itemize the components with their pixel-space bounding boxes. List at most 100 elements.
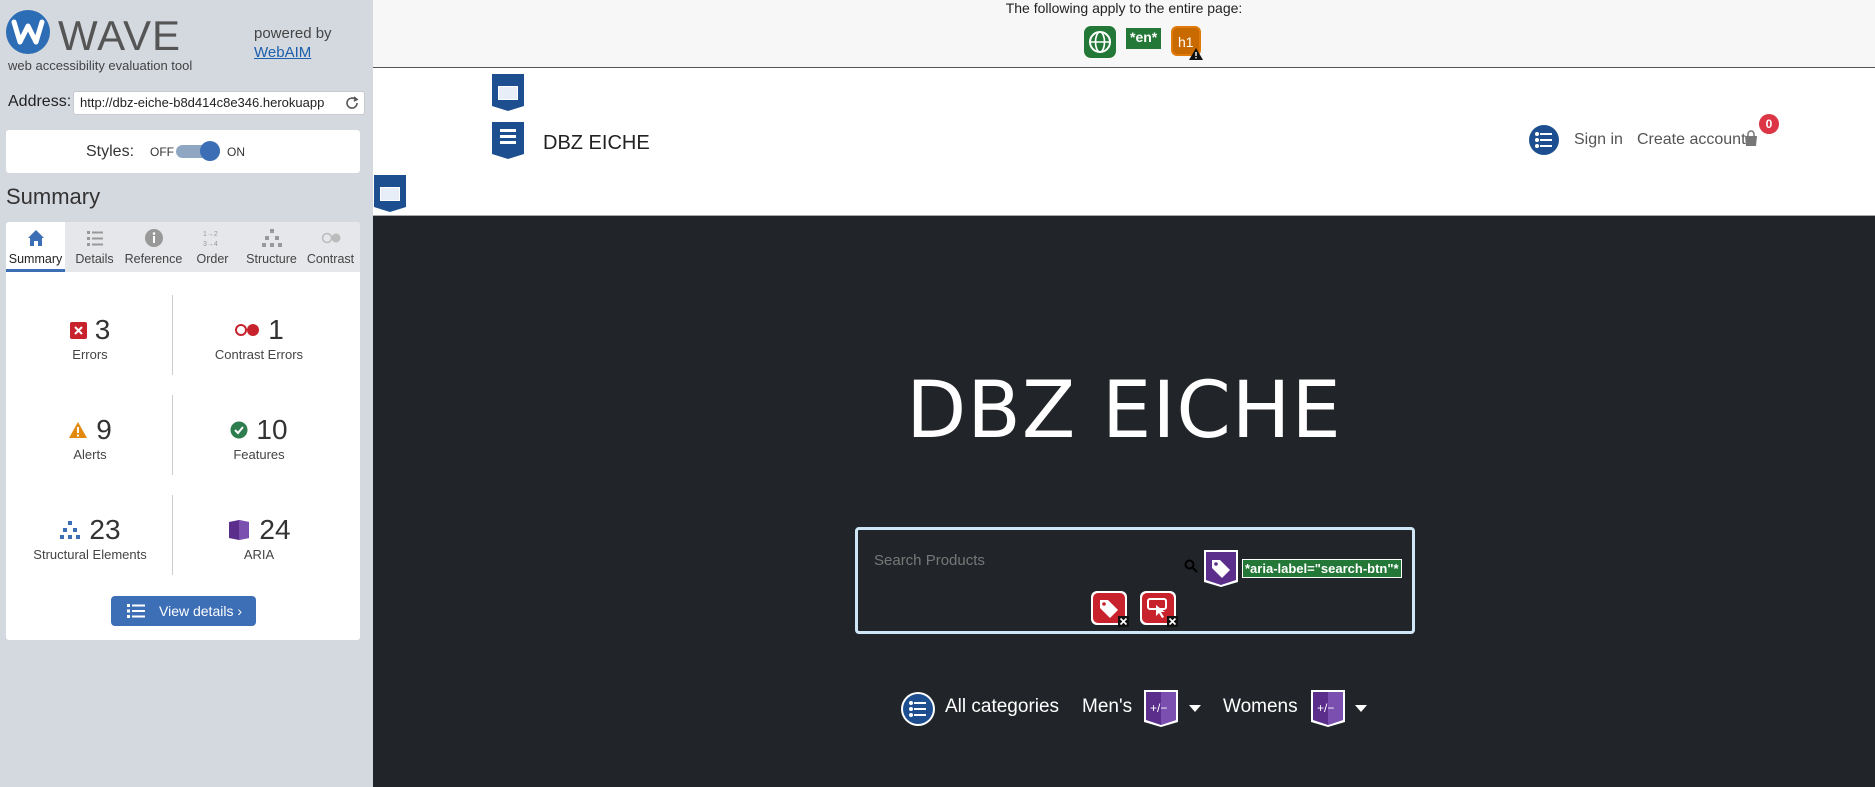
aria-count: 24 <box>259 514 291 545</box>
navigation-region-icon[interactable] <box>490 120 526 160</box>
page-level-text: The following apply to the entire page: <box>1005 0 1243 16</box>
aria-icon <box>229 520 250 540</box>
womens-dropdown[interactable]: Womens <box>1223 696 1298 718</box>
stat-features: 10 Features <box>179 414 339 462</box>
aria-expanded-icon[interactable]: +/− <box>1309 688 1347 728</box>
stat-structural: 23 Structural Elements <box>10 514 170 562</box>
webaim-link[interactable]: WebAIM <box>254 44 311 61</box>
search-input[interactable]: Search Products <box>874 552 985 569</box>
list-icon <box>127 604 145 618</box>
view-details-button[interactable]: View details › <box>111 596 256 626</box>
cart-icon[interactable] <box>1742 130 1760 148</box>
stat-contrast-errors: 1 Contrast Errors <box>179 314 339 362</box>
wave-sidebar: WAVE web accessibility evaluation tool p… <box>0 0 373 787</box>
sign-in-link[interactable]: Sign in <box>1574 131 1623 149</box>
stat-errors: 3 Errors <box>10 314 170 362</box>
feature-icon <box>230 421 248 439</box>
tab-order[interactable]: 1→2 3→4 Order <box>183 222 242 272</box>
alert-icon <box>69 422 88 438</box>
svg-text:1→2: 1→2 <box>203 231 218 238</box>
powered-by-text: powered by <box>254 25 332 42</box>
error-icon <box>69 321 87 339</box>
home-icon <box>27 230 44 246</box>
tab-summary[interactable]: Summary <box>6 222 65 272</box>
mens-dropdown[interactable]: Men's <box>1082 696 1132 718</box>
stat-divider <box>172 495 173 575</box>
tab-label: Structure <box>246 252 297 266</box>
womens-caret-icon <box>1355 705 1367 712</box>
aria-label-icon[interactable] <box>1202 548 1240 588</box>
svg-text:+/−: +/− <box>1150 701 1167 715</box>
aria-label-text-badge: *aria-label="search-btn"* <box>1242 559 1402 578</box>
wave-tagline: web accessibility evaluation tool <box>8 58 193 73</box>
language-badge: *en* <box>1126 28 1162 49</box>
tab-contrast[interactable]: Contrast <box>301 222 360 272</box>
categories-list-icon[interactable] <box>900 691 936 727</box>
site-navbar: DBZ EICHE Sign in Create account 0 <box>373 68 1875 216</box>
info-icon <box>144 229 163 247</box>
wave-header: WAVE web accessibility evaluation tool p… <box>0 0 373 75</box>
search-icon[interactable] <box>1184 559 1198 573</box>
address-input[interactable]: http://dbz-eiche-b8d414c8e346.herokuapp <box>73 91 365 115</box>
site-brand[interactable]: DBZ EICHE <box>543 132 650 155</box>
h1-alert-icon[interactable]: h1 <box>1170 26 1204 60</box>
all-categories-link[interactable]: All categories <box>945 696 1059 718</box>
alerts-label: Alerts <box>73 447 107 462</box>
mens-caret-icon <box>1189 705 1201 712</box>
hero-title: DBZ EICHE <box>906 366 1342 456</box>
tab-label: Contrast <box>306 252 355 266</box>
styles-toggle[interactable] <box>176 141 220 161</box>
wave-logo-icon <box>6 10 50 54</box>
stat-divider <box>172 395 173 475</box>
structure-icon <box>261 229 282 247</box>
stat-divider <box>172 295 173 375</box>
cart-count-badge: 0 <box>1759 114 1779 134</box>
tab-label: Details <box>75 252 114 266</box>
hero-section: DBZ EICHE Search Products *aria-label="s… <box>373 216 1875 787</box>
refresh-icon[interactable] <box>344 95 360 111</box>
list-icon <box>86 231 103 246</box>
view-details-label: View details › <box>159 603 243 619</box>
stat-alerts: 9 Alerts <box>10 414 170 462</box>
svg-text:+/−: +/− <box>1317 701 1334 715</box>
contrast-errors-count: 1 <box>268 314 284 345</box>
search-form[interactable]: Search Products *aria-label="search-btn"… <box>855 527 1415 634</box>
header-region-icon[interactable] <box>490 72 526 112</box>
order-icon: 1→23→4 <box>203 231 218 248</box>
address-row: Address: http://dbz-eiche-b8d414c8e346.h… <box>8 91 365 115</box>
svg-text:h1: h1 <box>1178 34 1194 50</box>
structural-count: 23 <box>89 514 121 545</box>
create-account-link[interactable]: Create account <box>1637 131 1746 149</box>
wave-title: WAVE <box>58 12 182 59</box>
styles-toggle-box: Styles: OFF ON <box>6 130 360 173</box>
main-region-icon[interactable] <box>373 173 408 213</box>
missing-label-error-icon[interactable] <box>1090 590 1130 628</box>
tab-label: Summary <box>8 252 63 266</box>
contrast-error-icon <box>235 324 260 336</box>
styles-off-label: OFF <box>150 145 174 159</box>
features-count: 10 <box>256 414 288 445</box>
address-label: Address: <box>8 93 72 110</box>
summary-panel: Summary Details Reference 1→2 3→4 Order S… <box>6 222 360 640</box>
structural-icon <box>60 521 81 539</box>
tab-structure[interactable]: Structure <box>242 222 301 272</box>
summary-heading: Summary <box>6 184 101 209</box>
toggle-knob <box>200 141 220 161</box>
aria-expanded-icon[interactable]: +/− <box>1142 688 1180 728</box>
stat-aria: 24 ARIA <box>179 514 339 562</box>
list-structure-icon[interactable] <box>1528 124 1560 156</box>
styles-label: Styles: <box>86 143 135 160</box>
tab-reference[interactable]: Reference <box>124 222 183 272</box>
structural-label: Structural Elements <box>33 547 147 562</box>
features-label: Features <box>233 447 285 462</box>
empty-button-error-icon[interactable] <box>1139 590 1179 628</box>
contrast-icon <box>321 232 340 244</box>
svg-text:3→4: 3→4 <box>203 241 218 248</box>
aria-label: ARIA <box>243 547 275 562</box>
tab-label: Order <box>196 252 229 266</box>
language-globe-icon[interactable] <box>1084 26 1116 58</box>
panel-tabs: Summary Details Reference 1→2 3→4 Order S… <box>6 222 360 272</box>
contrast-errors-label: Contrast Errors <box>214 347 304 362</box>
alerts-count: 9 <box>96 414 112 445</box>
tab-details[interactable]: Details <box>65 222 124 272</box>
